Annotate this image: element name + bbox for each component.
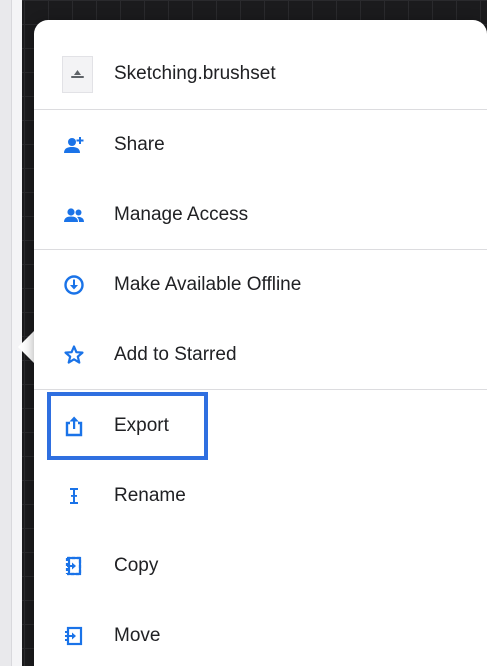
person-add-icon — [63, 134, 85, 156]
menu-item-make-available-offline[interactable]: Make Available Offline — [34, 250, 487, 320]
menu-divider — [34, 389, 487, 390]
menu-item-share[interactable]: Share — [34, 110, 487, 180]
context-menu-popover: Sketching.brushset Share Manage Access M… — [34, 20, 487, 666]
copy-icon — [63, 555, 85, 577]
text-cursor-icon — [63, 485, 85, 507]
menu-item-label: Add to Starred — [114, 344, 237, 365]
offline-download-icon — [63, 274, 85, 296]
menu-item-move[interactable]: Move — [34, 601, 487, 666]
menu-item-rename[interactable]: Rename — [34, 461, 487, 531]
popover-arrow — [18, 330, 35, 364]
file-name: Sketching.brushset — [114, 63, 276, 84]
export-highlight-box — [47, 392, 208, 460]
menu-header: Sketching.brushset — [34, 20, 487, 110]
brushset-file-icon — [62, 56, 93, 93]
menu-item-label: Make Available Offline — [114, 274, 302, 295]
menu-item-label: Share — [114, 134, 165, 155]
menu-item-manage-access[interactable]: Manage Access — [34, 180, 487, 250]
menu-item-add-to-starred[interactable]: Add to Starred — [34, 320, 487, 390]
star-icon — [63, 344, 85, 366]
move-icon — [63, 625, 85, 647]
menu-item-copy[interactable]: Copy — [34, 531, 487, 601]
menu-item-label: Move — [114, 625, 161, 646]
menu-item-label: Copy — [114, 555, 159, 576]
menu-item-label: Manage Access — [114, 204, 249, 225]
menu-item-label: Rename — [114, 485, 186, 506]
people-icon — [63, 204, 85, 226]
